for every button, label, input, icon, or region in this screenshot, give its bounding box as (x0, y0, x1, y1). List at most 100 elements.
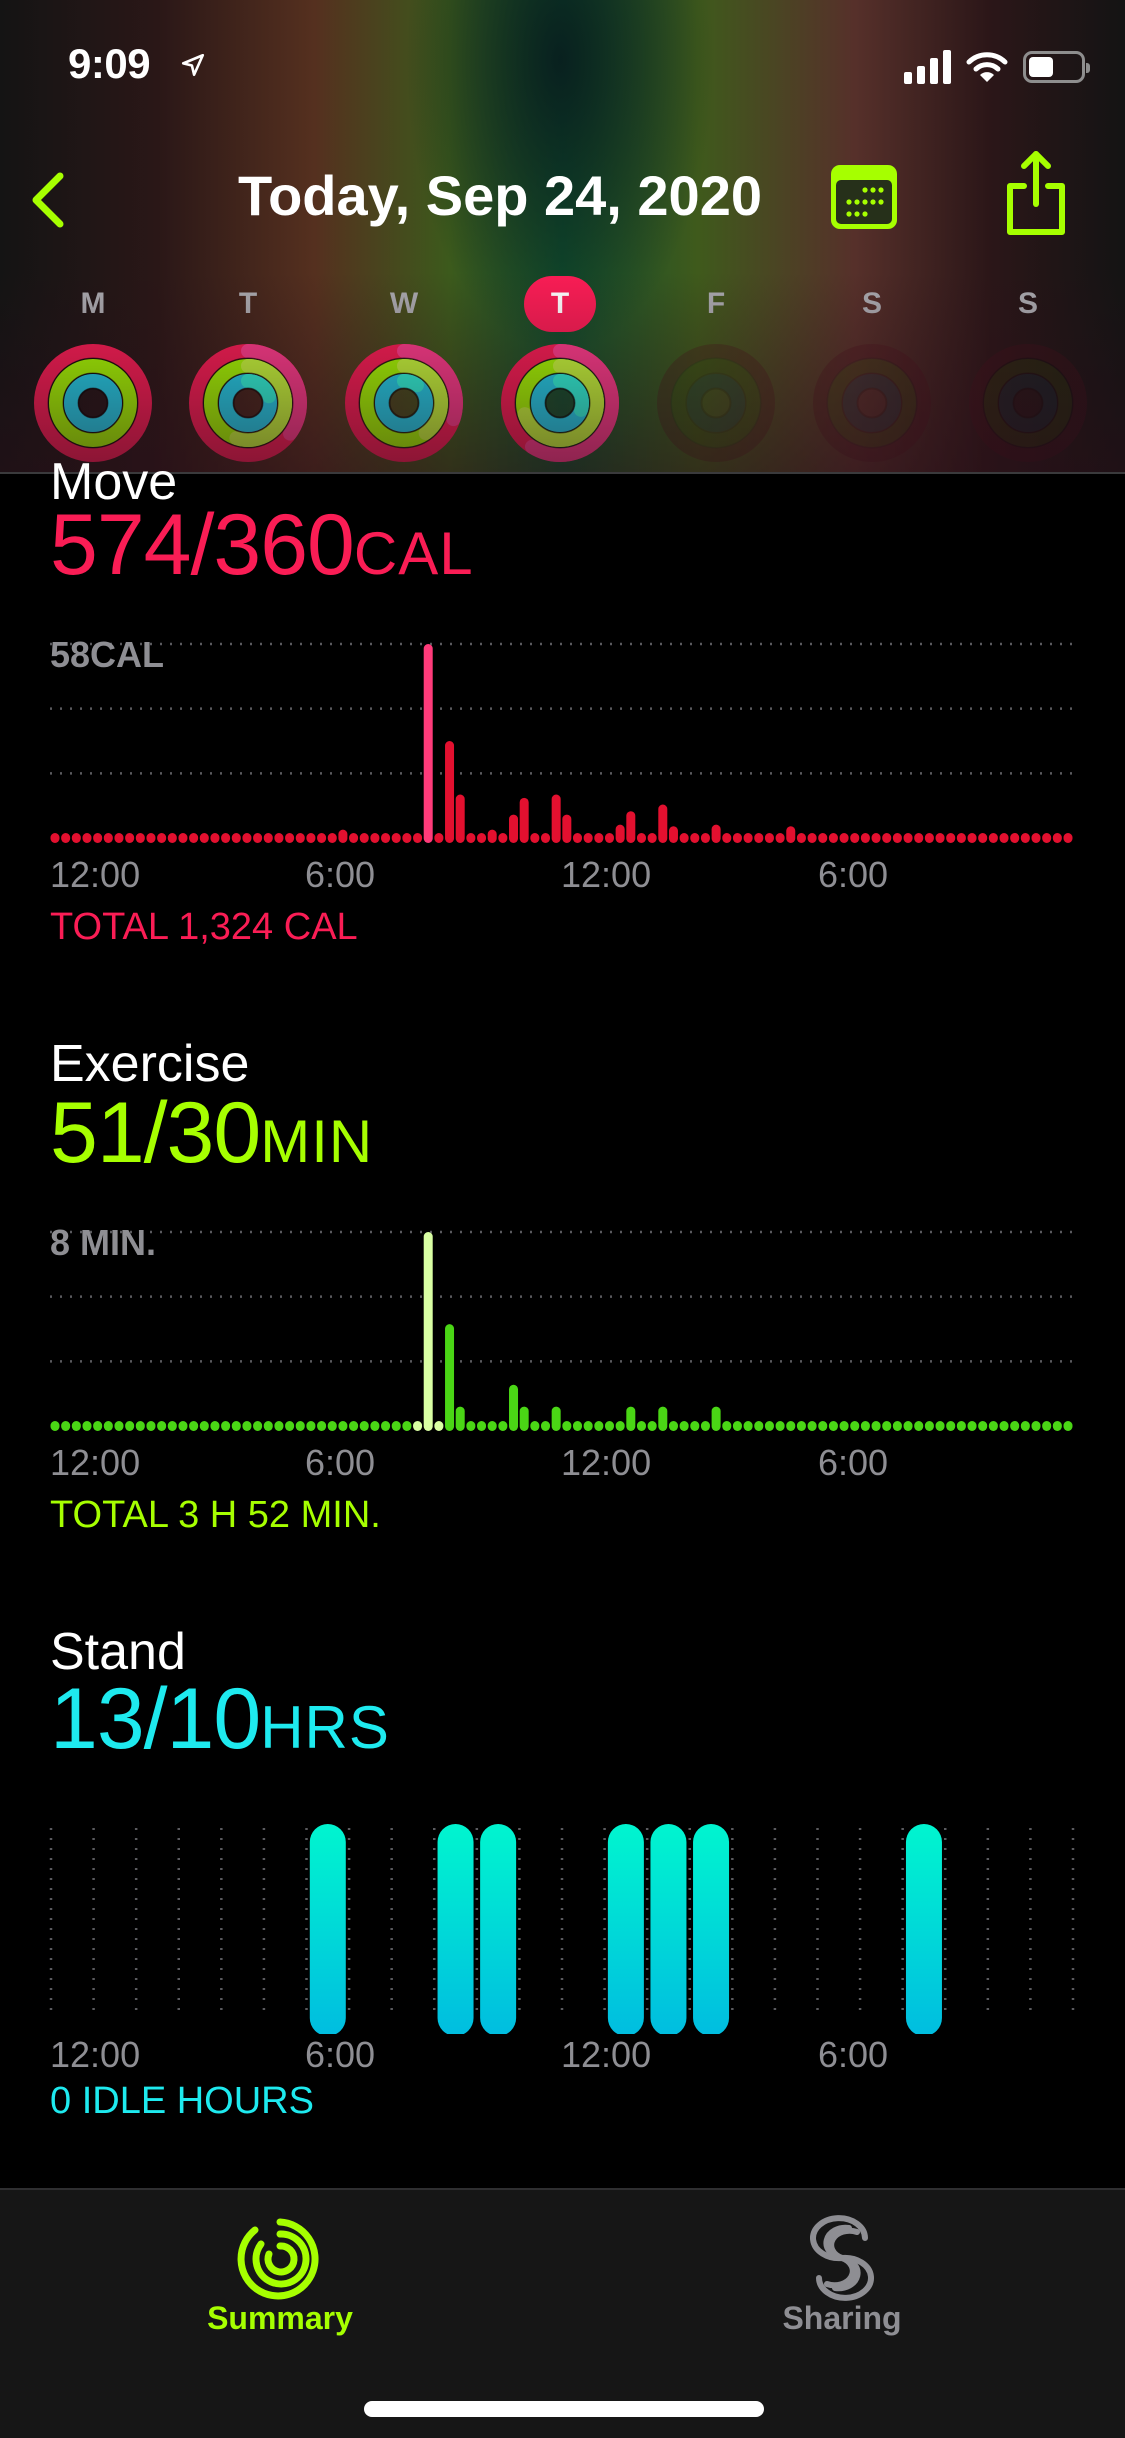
stand-bar (650, 1824, 687, 2034)
bar (860, 833, 870, 843)
day-1[interactable]: T (178, 270, 318, 470)
bar (690, 1421, 700, 1431)
x-tick-label: 6:00 (305, 2034, 376, 2075)
bar (434, 1421, 444, 1431)
wifi-icon (966, 52, 1008, 82)
bar (796, 1421, 806, 1431)
share-button[interactable] (1000, 148, 1072, 238)
day-letter: T (238, 287, 258, 320)
bar (786, 826, 796, 843)
day-4[interactable]: F (646, 270, 786, 470)
bar (636, 1421, 646, 1431)
day-5[interactable]: S (802, 270, 942, 470)
bar (135, 1421, 145, 1431)
calendar-button[interactable] (828, 162, 900, 232)
bar (946, 1421, 956, 1431)
bar (732, 833, 742, 843)
bar (423, 1232, 433, 1431)
ring-overlap (204, 359, 292, 447)
bar (743, 1421, 753, 1431)
x-tick-label: 12:00 (561, 2034, 652, 2075)
bar (967, 833, 977, 843)
bar (551, 1406, 561, 1431)
bar (541, 1421, 551, 1431)
bar (541, 833, 551, 843)
bar (764, 833, 774, 843)
bar (658, 1406, 668, 1431)
bar (615, 1421, 625, 1431)
bar (668, 826, 678, 843)
bar (530, 1421, 540, 1431)
x-tick-label: 12:00 (561, 854, 652, 895)
bar (754, 1421, 764, 1431)
tab-summary[interactable]: Summary (130, 2190, 430, 2340)
bar (1052, 833, 1062, 843)
day-letter: M (80, 287, 106, 320)
bar (370, 833, 380, 843)
sharing-icon (810, 2215, 874, 2301)
bar (477, 1421, 487, 1431)
bar (455, 1406, 465, 1431)
bar (210, 833, 220, 843)
activity-rings-icon (813, 344, 931, 462)
bar (807, 833, 817, 843)
bar (1063, 1421, 1073, 1431)
exercise-chart (50, 1230, 1073, 1431)
bar (295, 833, 305, 843)
day-3[interactable]: T (490, 270, 630, 470)
tab-sharing-label: Sharing (782, 2300, 902, 2336)
day-2[interactable]: W (334, 270, 474, 470)
bar (956, 833, 966, 843)
bar (231, 1421, 241, 1431)
bar (413, 1421, 423, 1431)
bar (445, 1324, 455, 1431)
header: 9:09 Today, Sep 24, 2020 M T W T F S S (0, 0, 1125, 472)
day-letter: S (1017, 287, 1038, 320)
bar (1052, 1421, 1062, 1431)
home-indicator[interactable] (364, 2401, 764, 2417)
x-tick-label: 12:00 (50, 854, 141, 895)
status-time: 9:09 (68, 40, 151, 87)
bar (498, 833, 508, 843)
stand-bar (693, 1824, 730, 2034)
day-6[interactable]: S (958, 270, 1098, 470)
x-tick-label: 12:00 (561, 1442, 652, 1483)
bar (572, 1421, 582, 1431)
bar (1042, 1421, 1052, 1431)
bar (263, 1421, 273, 1431)
bar (93, 1421, 103, 1431)
bar (71, 1421, 81, 1431)
bar (50, 1421, 60, 1431)
activity-rings (646, 338, 786, 468)
bar (199, 1421, 209, 1431)
stand-value-number: 13/10 (50, 1671, 261, 1767)
bar (306, 833, 316, 843)
bar (732, 1421, 742, 1431)
bar (242, 1421, 252, 1431)
bar (391, 1421, 401, 1431)
bar (402, 833, 412, 843)
status-icons (904, 50, 1090, 84)
day-0[interactable]: M (23, 270, 163, 470)
bar (914, 1421, 924, 1431)
bar (178, 1421, 188, 1431)
bar (967, 1421, 977, 1431)
activity-rings-icon (237, 2218, 319, 2300)
bar (615, 824, 625, 843)
activity-rings (178, 338, 318, 468)
bar (956, 1421, 966, 1431)
bar (999, 833, 1009, 843)
bar (359, 833, 369, 843)
bar (562, 1421, 572, 1431)
bar (828, 1421, 838, 1431)
move-value-unit: CAL (353, 520, 474, 587)
bar (285, 833, 295, 843)
bar (796, 833, 806, 843)
move-chart (50, 642, 1073, 843)
bar (381, 833, 391, 843)
bar (125, 833, 135, 843)
activity-rings-icon (34, 344, 152, 462)
x-tick-label: 6:00 (818, 1442, 889, 1483)
bar (455, 794, 465, 843)
tab-sharing[interactable]: Sharing (692, 2190, 992, 2340)
